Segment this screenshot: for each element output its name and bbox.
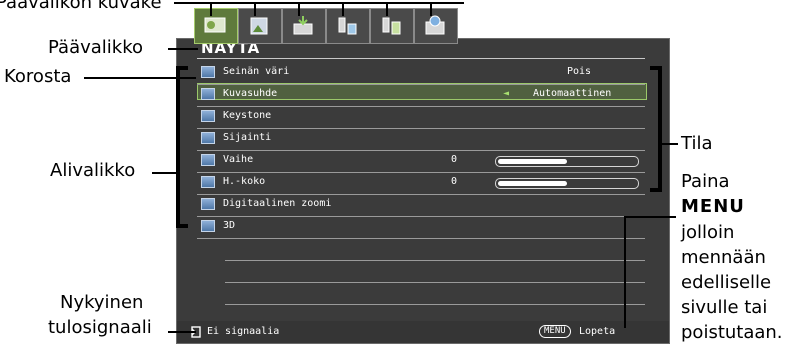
menu-item-label[interactable]: Sijainti [223, 132, 271, 143]
callout-press-line3: jolloin [681, 222, 735, 243]
row-divider [197, 106, 645, 107]
row-divider [197, 194, 645, 195]
menu-leader-horizontal [624, 216, 676, 218]
title-divider [197, 58, 645, 59]
row-icon [201, 88, 215, 100]
tab-bracket-top [174, 2, 464, 4]
tab-bracket-tick [210, 2, 212, 16]
system-setup-advanced-icon [382, 17, 401, 35]
picture-icon [250, 17, 268, 35]
callout-current-input-line1: Nykyinen [60, 292, 144, 313]
tab-bracket-tick [342, 2, 344, 16]
tab-picture[interactable] [238, 8, 282, 44]
tab-bracket-tick [298, 2, 300, 16]
callout-press-menu: MENU [681, 196, 745, 217]
menu-key-icon: MENU [539, 325, 571, 338]
display-icon [204, 17, 226, 33]
menu-item-value: 0 [451, 154, 458, 165]
row-divider [225, 304, 645, 305]
row-icon [201, 198, 215, 210]
tab-bracket-tick [386, 2, 388, 16]
row-divider [197, 172, 645, 173]
callout-current-input-line2: tulosignaali [48, 317, 152, 338]
menu-item-label[interactable]: Digitaalinen zoomi [223, 198, 331, 209]
tab-system-setup-basic[interactable] [326, 8, 370, 44]
menu-item-label[interactable]: 3D [223, 220, 235, 231]
menu-item-label[interactable]: H.-koko [223, 176, 265, 187]
value-slider[interactable] [495, 178, 639, 189]
source-icon [293, 16, 313, 35]
callout-main-menu: Päävalikko [48, 37, 144, 58]
osd-menu-panel: NÄYTÄ Seinän väri Pois Kuvasuhde Automaatti… [176, 38, 670, 344]
callout-submenu: Alivalikko [50, 160, 136, 181]
row-icon [201, 132, 215, 144]
menu-item-label[interactable]: Keystone [223, 110, 271, 121]
status-leader [662, 143, 678, 145]
status-bar: Ei signaalia MENU Lopeta [177, 321, 669, 343]
slider-fill [498, 181, 567, 186]
input-signal-leader [168, 331, 196, 333]
left-arrow-icon[interactable]: ◄ [503, 88, 509, 99]
tab-system-setup-advanced[interactable] [370, 8, 414, 44]
row-divider [197, 128, 645, 129]
callout-press-line1: Paina [681, 171, 730, 192]
tab-display[interactable] [194, 8, 238, 44]
submenu-bracket [176, 66, 188, 228]
callout-main-menu-icon: Päävalikon kuvake [0, 0, 162, 13]
exit-label: Lopeta [579, 326, 616, 337]
row-divider [197, 84, 645, 85]
slider-fill [498, 159, 567, 164]
menu-item-value: 0 [451, 176, 458, 187]
current-input-signal: Ei signaalia [207, 326, 280, 337]
row-icon [201, 176, 215, 188]
tab-information[interactable] [414, 8, 458, 44]
system-setup-basic-icon [338, 17, 357, 35]
row-divider [197, 216, 645, 217]
status-bracket [650, 66, 662, 192]
callout-press-line7: poistutaan. [681, 322, 783, 343]
information-icon [425, 15, 445, 35]
row-divider [197, 238, 645, 239]
value-slider[interactable] [495, 156, 639, 167]
menu-item-label[interactable]: Seinän väri [223, 66, 289, 77]
callout-highlight: Korosta [4, 66, 72, 87]
callout-press-line4: mennään [681, 247, 766, 268]
submenu-leader [152, 172, 178, 174]
tab-bracket-tick [254, 2, 256, 16]
row-divider [197, 150, 645, 151]
menu-leader-vertical [624, 216, 626, 328]
row-icon [201, 220, 215, 232]
menu-item-label[interactable]: Kuvasuhde [223, 88, 277, 99]
callout-status: Tila [681, 133, 713, 154]
row-divider [225, 282, 645, 283]
tab-source[interactable] [282, 8, 326, 44]
row-icon [201, 66, 215, 78]
callout-press-line5: edelliselle [681, 272, 772, 293]
menu-item-value: Automaattinen [533, 88, 612, 99]
tab-bracket-tick [430, 2, 432, 16]
row-icon [201, 154, 215, 166]
row-divider [225, 260, 645, 261]
menu-item-value: Pois [567, 66, 592, 77]
row-icon [201, 110, 215, 122]
main-menu-leader [168, 48, 198, 50]
callout-press-line6: sivulle tai [681, 297, 768, 318]
menu-item-label[interactable]: Vaihe [223, 154, 253, 165]
